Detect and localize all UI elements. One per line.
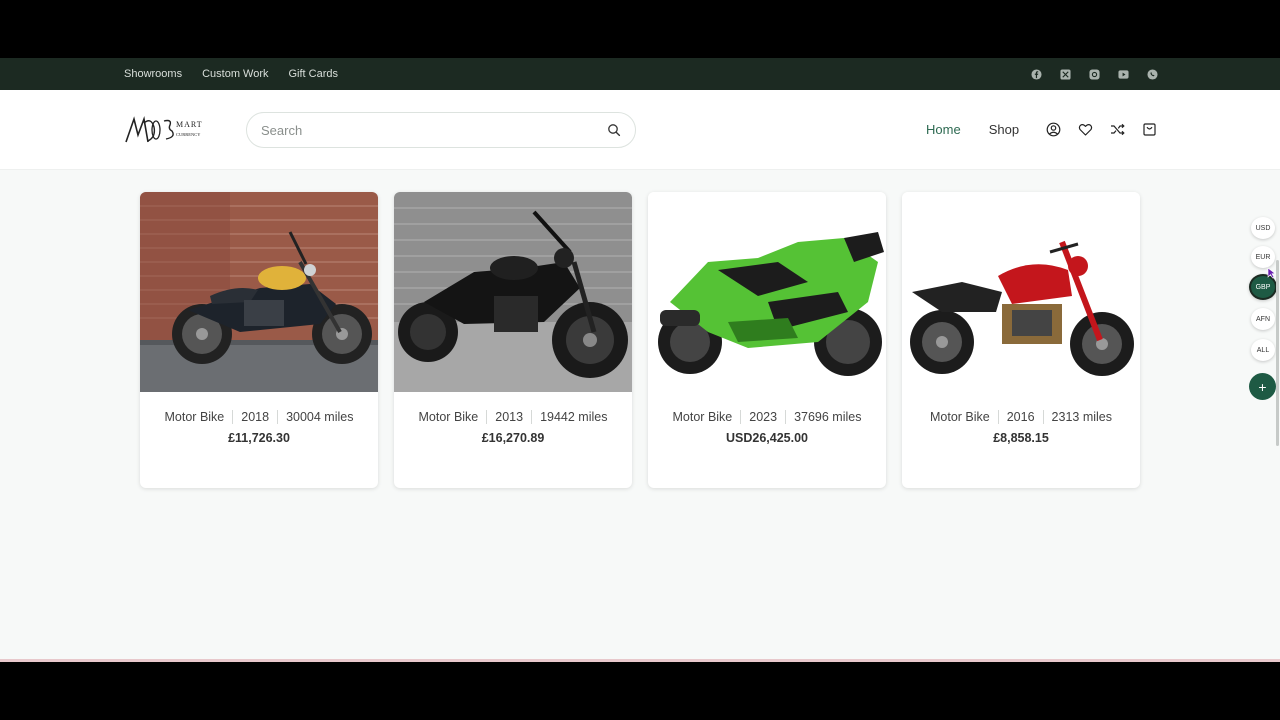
topbar-links: Showrooms Custom Work Gift Cards xyxy=(124,68,338,80)
top-utility-bar: Showrooms Custom Work Gift Cards xyxy=(0,58,1280,90)
product-image[interactable] xyxy=(394,192,632,392)
add-currency-button[interactable]: + xyxy=(1249,373,1276,400)
product-mileage: 30004 miles xyxy=(277,410,361,424)
product-year: 2013 xyxy=(486,410,531,424)
product-year: 2016 xyxy=(997,410,1043,424)
scrollbar[interactable] xyxy=(1276,260,1279,446)
product-mileage: 2313 miles xyxy=(1042,410,1120,424)
cart-bag-icon[interactable] xyxy=(1142,122,1157,137)
facebook-icon[interactable] xyxy=(1031,68,1042,80)
product-type: Motor Bike xyxy=(672,410,733,424)
product-meta: Motor Bike 2016 2313 miles xyxy=(902,410,1140,424)
product-image[interactable] xyxy=(902,192,1140,392)
product-card[interactable]: Motor Bike 2016 2313 miles £8,858.15 xyxy=(902,192,1140,488)
header-action-icons xyxy=(1046,122,1157,137)
product-price: £11,726.30 xyxy=(228,431,290,445)
social-links xyxy=(1031,68,1158,80)
product-type: Motor Bike xyxy=(418,410,479,424)
site-header: MART CURRENCY Home Shop xyxy=(0,90,1280,170)
svg-text:MART: MART xyxy=(176,120,203,129)
topbar-link-custom-work[interactable]: Custom Work xyxy=(202,68,268,80)
product-mileage: 19442 miles xyxy=(531,410,615,424)
currency-all[interactable]: ALL xyxy=(1251,339,1275,361)
product-price: £8,858.15 xyxy=(993,431,1049,445)
product-card[interactable]: Motor Bike 2013 19442 miles £16,270.89 xyxy=(394,192,632,488)
product-year: 2018 xyxy=(232,410,277,424)
product-price: USD26,425.00 xyxy=(725,431,808,445)
site-logo[interactable]: MART CURRENCY xyxy=(124,115,218,145)
account-icon[interactable] xyxy=(1046,122,1061,137)
currency-usd[interactable]: USD xyxy=(1251,217,1275,239)
topbar-link-gift-cards[interactable]: Gift Cards xyxy=(289,68,339,80)
search-input[interactable] xyxy=(261,122,607,138)
search-icon[interactable] xyxy=(607,123,621,137)
video-letterbox-bottom xyxy=(0,662,1280,720)
product-meta: Motor Bike 2018 30004 miles xyxy=(140,410,378,424)
nav-home[interactable]: Home xyxy=(926,122,961,137)
mouse-cursor-icon xyxy=(1267,267,1276,279)
product-section: Motor Bike 2018 30004 miles £11,726.30 M… xyxy=(0,170,1280,659)
product-type: Motor Bike xyxy=(164,410,225,424)
search-bar xyxy=(246,112,636,148)
wishlist-heart-icon[interactable] xyxy=(1078,122,1093,137)
video-letterbox-top xyxy=(0,0,1280,58)
instagram-icon[interactable] xyxy=(1089,68,1100,80)
currency-eur[interactable]: EUR xyxy=(1251,246,1275,268)
whatsapp-icon[interactable] xyxy=(1147,68,1158,80)
product-meta: Motor Bike 2013 19442 miles xyxy=(394,410,632,424)
youtube-icon[interactable] xyxy=(1118,69,1129,80)
product-price: £16,270.89 xyxy=(481,431,545,445)
currency-afn[interactable]: AFN xyxy=(1251,308,1275,330)
product-mileage: 37696 miles xyxy=(785,410,869,424)
x-icon[interactable] xyxy=(1060,68,1071,80)
product-meta: Motor Bike 2023 37696 miles xyxy=(648,410,886,424)
product-card[interactable]: Motor Bike 2023 37696 miles USD26,425.00 xyxy=(648,192,886,488)
topbar-link-showrooms[interactable]: Showrooms xyxy=(124,68,182,80)
product-year: 2023 xyxy=(740,410,785,424)
main-nav: Home Shop xyxy=(926,122,1019,137)
product-card[interactable]: Motor Bike 2018 30004 miles £11,726.30 xyxy=(140,192,378,488)
nav-shop[interactable]: Shop xyxy=(989,122,1019,137)
product-image[interactable] xyxy=(648,192,886,392)
product-image[interactable] xyxy=(140,192,378,392)
compare-shuffle-icon[interactable] xyxy=(1110,122,1125,137)
svg-text:CURRENCY: CURRENCY xyxy=(176,132,201,137)
product-type: Motor Bike xyxy=(929,410,990,424)
